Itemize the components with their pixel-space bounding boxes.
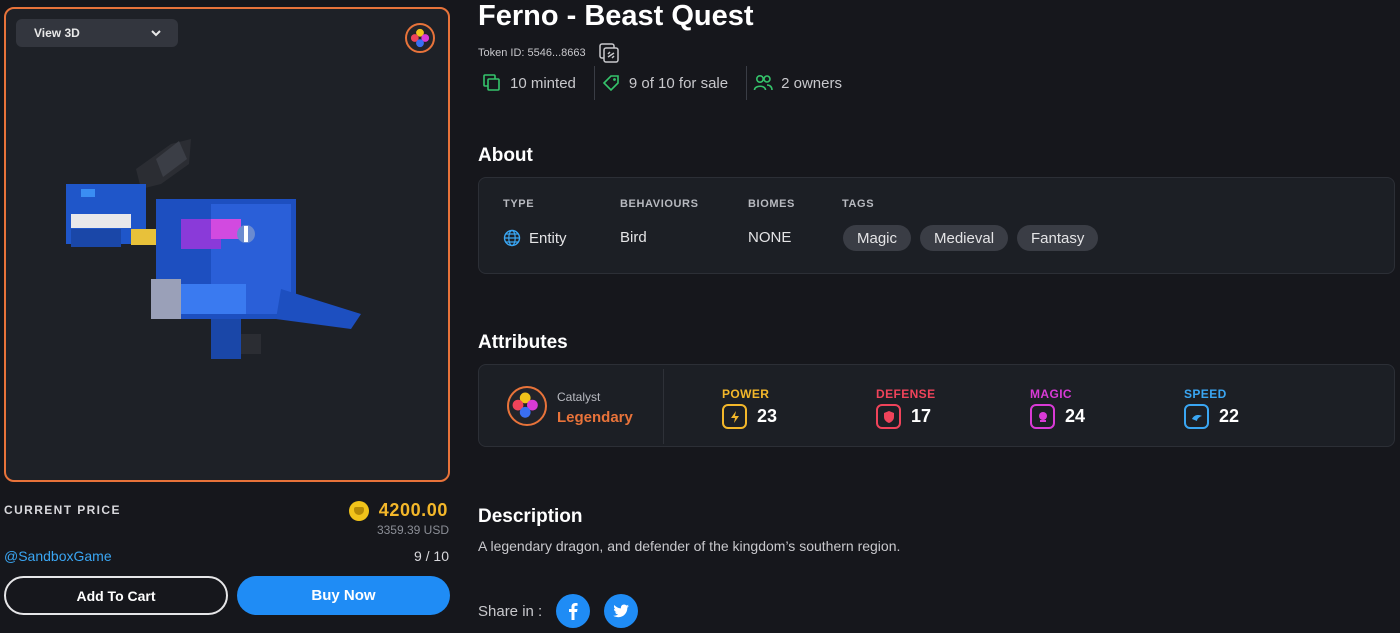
magic-icon: [1030, 404, 1055, 429]
attribute-power: POWER 23: [722, 387, 777, 429]
wind-icon: [1184, 404, 1209, 429]
type-value-text: Entity: [529, 229, 567, 247]
description-heading: Description: [478, 506, 583, 527]
attribute-magic: MAGIC 24: [1030, 387, 1085, 429]
token-id: Token ID: 5546...8663: [478, 47, 586, 59]
view-3d-dropdown[interactable]: View 3D: [16, 19, 178, 47]
edition-count: 9 / 10: [413, 548, 449, 564]
type-value: Entity: [503, 229, 567, 247]
stat-owners: 2 owners: [753, 73, 860, 93]
creator-link[interactable]: @SandboxGame: [4, 548, 112, 564]
asset-stats: 10 minted 9 of 10 for sale 2 owners: [482, 66, 860, 100]
stat-minted: 10 minted: [482, 73, 594, 93]
asset-title: Ferno - Beast Quest: [478, 0, 754, 32]
behaviours-value: Bird: [620, 229, 647, 246]
attribute-name: DEFENSE: [876, 387, 936, 401]
tag-chip[interactable]: Medieval: [920, 225, 1009, 251]
copy-link-icon[interactable]: [598, 42, 620, 64]
attribute-name: POWER: [722, 387, 770, 401]
twitter-icon[interactable]: [604, 594, 639, 628]
catalyst-value: Legendary: [557, 409, 633, 426]
entity-globe-icon: [503, 229, 521, 247]
attribute-value: 22: [1219, 406, 1240, 426]
attribute-name: MAGIC: [1030, 387, 1072, 401]
price-row: 4200.00: [348, 500, 448, 521]
copies-icon: [483, 74, 500, 91]
attributes-panel: Catalyst Legendary POWER 23 DEFENSE 17 M…: [478, 364, 1395, 447]
stat-for-sale: 9 of 10 for sale: [601, 73, 746, 93]
type-header: TYPE: [503, 198, 535, 210]
tag-chip[interactable]: Fantasy: [1017, 225, 1099, 251]
attribute-value: 17: [911, 406, 932, 426]
attributes-divider: [663, 369, 664, 444]
share-label: Share in :: [478, 602, 543, 620]
token-id-row: Token ID: 5546...8663: [478, 42, 620, 64]
add-to-cart-button[interactable]: Add To Cart: [4, 576, 228, 615]
catalyst-label: Catalyst: [557, 390, 601, 404]
price-amount: 4200.00: [378, 500, 448, 520]
buy-now-button[interactable]: Buy Now: [237, 576, 450, 615]
for-sale-text: 9 of 10 for sale: [628, 74, 729, 92]
current-price-label: CURRENT PRICE: [4, 503, 121, 517]
price-tag-icon: [602, 75, 619, 92]
description-text: A legendary dragon, and defender of the …: [478, 538, 901, 554]
stat-divider: [593, 66, 595, 100]
behaviours-header: BEHAVIOURS: [620, 198, 699, 210]
shield-icon: [876, 404, 901, 429]
biomes-value: NONE: [748, 229, 792, 246]
view-3d-label: View 3D: [34, 26, 80, 40]
tags-header: TAGS: [842, 198, 875, 210]
stat-divider: [746, 66, 748, 100]
sand-coin-icon: [348, 500, 369, 521]
owners-text: 2 owners: [781, 74, 842, 92]
price-usd: 3359.39 USD: [376, 523, 449, 537]
facebook-icon[interactable]: [556, 594, 591, 628]
minted-text: 10 minted: [510, 74, 576, 92]
attribute-value: 24: [1065, 406, 1086, 426]
catalyst-badge-icon: [405, 23, 435, 53]
attributes-heading: Attributes: [478, 332, 568, 353]
attribute-name: SPEED: [1184, 387, 1227, 401]
chevron-down-icon: [151, 30, 161, 37]
owners-icon: [753, 74, 773, 91]
asset-viewer[interactable]: View 3D: [4, 7, 450, 482]
attribute-value: 23: [757, 406, 778, 426]
dragon-model-image[interactable]: [61, 129, 381, 379]
catalyst-icon: [507, 386, 547, 426]
tag-chip[interactable]: Magic: [843, 225, 912, 251]
about-panel: TYPE BEHAVIOURS BIOMES TAGS Entity Bird …: [478, 177, 1395, 274]
lightning-icon: [722, 404, 747, 429]
biomes-header: BIOMES: [748, 198, 795, 210]
attribute-defense: DEFENSE 17: [876, 387, 935, 429]
share-row: Share in :: [478, 594, 639, 628]
attribute-speed: SPEED 22: [1184, 387, 1239, 429]
about-heading: About: [478, 145, 533, 166]
